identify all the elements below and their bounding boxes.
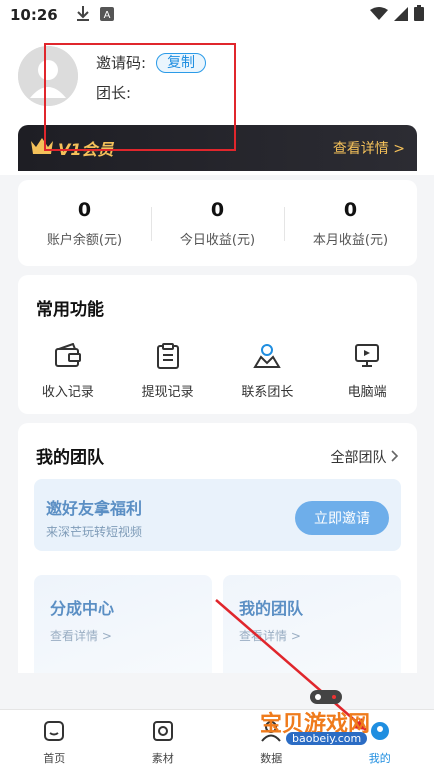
app-a-icon: A bbox=[99, 6, 114, 25]
function-label: 收入记录 bbox=[41, 385, 94, 400]
stat-value: 0 bbox=[77, 198, 92, 221]
all-teams-link[interactable]: 全部团队 bbox=[331, 447, 399, 467]
all-teams-label: 全部团队 bbox=[330, 450, 387, 466]
invite-banner[interactable]: 邀好友拿福利 来深芒玩转短视频 立即邀请 bbox=[34, 479, 401, 551]
share-center-detail-link[interactable]: 查看详情 > bbox=[50, 627, 112, 644]
stat-value: 0 bbox=[343, 198, 358, 221]
invite-now-button[interactable]: 立即邀请 bbox=[295, 501, 389, 535]
nav-home[interactable]: 首页 bbox=[0, 710, 109, 771]
download-icon bbox=[76, 5, 90, 25]
stat-label: 账户余额(元) bbox=[46, 232, 123, 248]
nav-label: 我的 bbox=[368, 752, 391, 765]
signal-icon bbox=[394, 6, 408, 25]
banner-subtitle: 来深芒玩转短视频 bbox=[46, 525, 143, 539]
stat-month-income[interactable]: 0 本月收益(元) bbox=[284, 199, 417, 248]
function-contact-leader[interactable]: 联系团长 bbox=[218, 343, 318, 400]
nav-label: 首页 bbox=[43, 752, 66, 765]
my-team-detail-link[interactable]: 查看详情 > bbox=[239, 627, 301, 644]
function-label: 提现记录 bbox=[141, 385, 194, 400]
status-bar: 10:26 A bbox=[0, 0, 434, 30]
home-icon bbox=[43, 720, 65, 746]
share-center-title: 分成中心 bbox=[50, 599, 115, 618]
status-right-icons bbox=[370, 5, 424, 25]
nav-material[interactable]: 素材 bbox=[109, 710, 218, 771]
status-left-icons: A bbox=[76, 5, 114, 25]
stat-today-income[interactable]: 0 今日收益(元) bbox=[151, 199, 284, 248]
function-grid: 收入记录 提现记录 联系团长 电脑端 bbox=[18, 342, 417, 400]
function-pc-client[interactable]: 电脑端 bbox=[317, 343, 417, 400]
stat-account-balance[interactable]: 0 账户余额(元) bbox=[18, 199, 151, 248]
clipboard-icon bbox=[156, 343, 180, 373]
function-withdraw-record[interactable]: 提现记录 bbox=[118, 343, 218, 400]
vip-detail-link[interactable]: 查看详情 > bbox=[333, 138, 405, 158]
my-team-card: 我的团队 全部团队 邀好友拿福利 来深芒玩转短视频 立即邀请 分成中心 查看详情… bbox=[18, 423, 417, 673]
watermark-url: baobeiy.com bbox=[286, 732, 368, 745]
my-team-subcard-title: 我的团队 bbox=[239, 599, 304, 618]
function-label: 联系团长 bbox=[241, 385, 294, 400]
contact-icon bbox=[253, 343, 282, 373]
common-functions-title: 常用功能 bbox=[36, 300, 104, 320]
my-team-title: 我的团队 bbox=[36, 448, 104, 468]
nav-label: 数据 bbox=[260, 752, 283, 765]
wallet-icon bbox=[54, 342, 82, 373]
function-income-record[interactable]: 收入记录 bbox=[18, 342, 118, 400]
stat-label: 今日收益(元) bbox=[179, 232, 256, 248]
banner-title: 邀好友拿福利 bbox=[46, 499, 143, 518]
wifi-icon bbox=[370, 6, 388, 25]
common-functions-card: 常用功能 收入记录 提现记录 联系团长 电脑端 bbox=[18, 275, 417, 414]
status-time: 10:26 bbox=[10, 6, 58, 24]
watermark: 宝贝游戏网 baobeiy.com bbox=[256, 686, 406, 748]
stat-value: 0 bbox=[210, 198, 225, 221]
monitor-icon bbox=[354, 343, 380, 373]
my-team-subcard[interactable]: 我的团队 查看详情 > bbox=[223, 575, 401, 673]
chevron-right-icon bbox=[391, 450, 399, 466]
nav-label: 素材 bbox=[151, 752, 174, 765]
svg-text:A: A bbox=[103, 10, 110, 21]
share-center-card[interactable]: 分成中心 查看详情 > bbox=[34, 575, 212, 673]
battery-icon bbox=[414, 5, 424, 25]
function-label: 电脑端 bbox=[347, 385, 387, 400]
stat-label: 本月收益(元) bbox=[312, 232, 389, 248]
annotation-highlight-box bbox=[44, 43, 236, 151]
material-icon bbox=[152, 720, 174, 746]
earnings-stats-card: 0 账户余额(元) 0 今日收益(元) 0 本月收益(元) bbox=[18, 180, 417, 266]
